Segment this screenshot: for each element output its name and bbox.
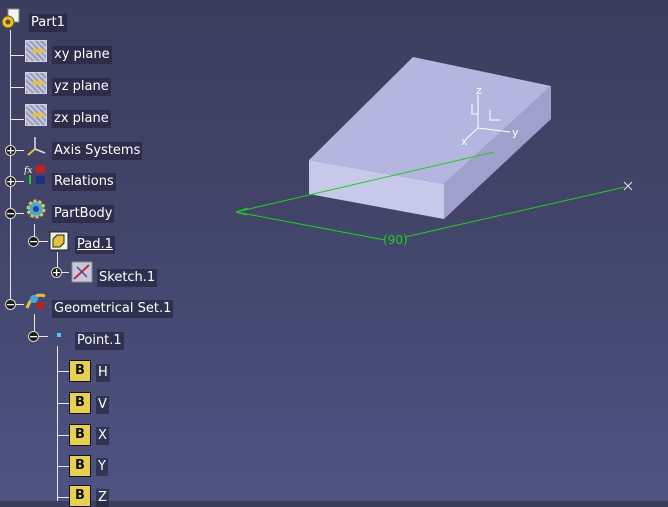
close-marker-icon[interactable]	[623, 181, 633, 191]
axis-label-z: z	[476, 84, 482, 97]
3d-viewport[interactable]: z y x (90)	[0, 0, 668, 501]
axis-label-x: x	[461, 135, 468, 148]
axis-label-y: y	[512, 126, 519, 139]
dimension-value[interactable]: (90)	[383, 233, 408, 247]
